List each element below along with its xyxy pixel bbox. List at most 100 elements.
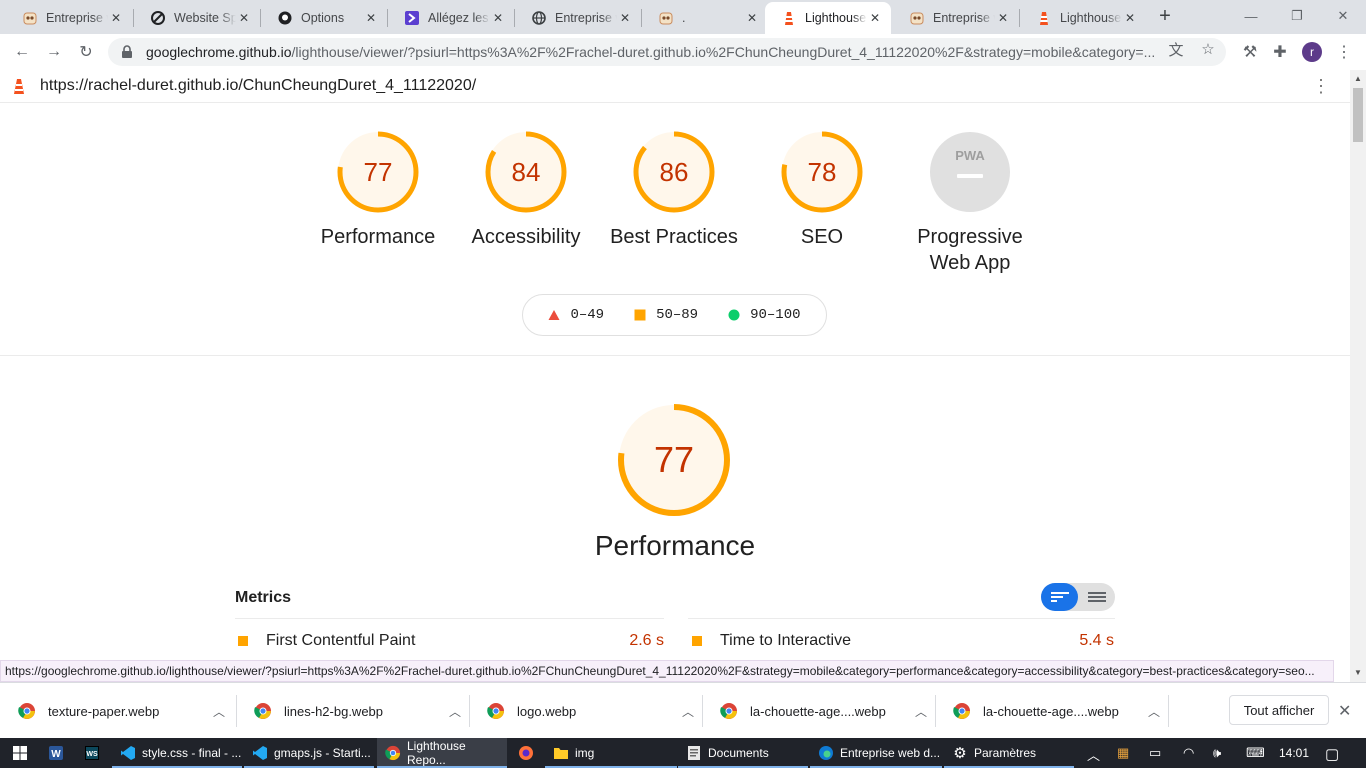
legend-fail: 0–49 xyxy=(548,307,604,323)
close-icon[interactable]: ✕ xyxy=(617,10,633,26)
expanded-view-icon[interactable] xyxy=(1078,583,1115,611)
metrics-view-toggle[interactable] xyxy=(1041,583,1115,611)
download-item[interactable]: texture-paper.webp ︿ xyxy=(0,683,234,739)
chevron-up-icon[interactable]: ︿ xyxy=(906,703,936,720)
back-arrow-icon[interactable]: ← xyxy=(8,38,36,66)
windows-taskbar: W WS style.css - final - ... gmaps.js - … xyxy=(0,738,1366,768)
gauge-accessibility[interactable]: 84 Accessibility xyxy=(461,130,591,250)
page-scrollbar[interactable]: ▲ ▼ xyxy=(1350,70,1366,682)
battery-icon[interactable]: ▭ xyxy=(1149,745,1161,761)
gauge-score: 86 xyxy=(660,157,689,187)
close-icon[interactable]: ✕ xyxy=(363,10,379,26)
close-icon[interactable]: ✕ xyxy=(867,10,883,26)
firefox-icon xyxy=(519,746,533,760)
close-icon[interactable]: ✕ xyxy=(995,10,1011,26)
close-icon[interactable]: ✕ xyxy=(744,10,760,26)
extensions-puzzle-icon[interactable]: ✚ xyxy=(1266,38,1294,66)
language-icon[interactable]: ⌨ xyxy=(1246,745,1265,761)
report-url[interactable]: https://rachel-duret.github.io/ChunCheun… xyxy=(40,77,476,95)
clock[interactable]: 14:01 xyxy=(1279,746,1309,760)
chrome-menu-icon[interactable]: ⋮ xyxy=(1330,38,1358,66)
scrollbar-thumb[interactable] xyxy=(1353,88,1363,142)
tab-entreprise-3[interactable]: Entreprise w ✕ xyxy=(893,2,1019,34)
tab-allegez[interactable]: Allégez les ✕ xyxy=(388,2,514,34)
tab-options[interactable]: Options ✕ xyxy=(261,2,387,34)
chevron-up-icon[interactable]: ︿ xyxy=(1139,703,1169,720)
url-host: googlechrome.github.io xyxy=(146,44,292,60)
gauge-label: Best Practices xyxy=(610,226,738,248)
translate-icon[interactable]: 文 xyxy=(1167,40,1185,59)
download-item[interactable]: la-chouette-age....webp ︿ xyxy=(702,683,936,739)
tab-entreprise-2[interactable]: Entreprise w ✕ xyxy=(515,2,641,34)
forward-arrow-icon[interactable]: → xyxy=(40,38,68,66)
taskbar-img-folder[interactable]: img xyxy=(545,738,677,768)
compact-view-icon[interactable] xyxy=(1041,583,1078,611)
volume-icon[interactable]: 🕪 xyxy=(1213,745,1221,761)
scroll-up-arrow-icon[interactable]: ▲ xyxy=(1354,74,1362,83)
chevron-up-icon[interactable]: ︿ xyxy=(673,703,703,720)
close-icon[interactable]: ✕ xyxy=(108,10,124,26)
notifications-icon[interactable]: ▢ xyxy=(1325,745,1339,763)
wifi-icon[interactable]: ◠ xyxy=(1183,745,1194,761)
metric-value: 5.4 s xyxy=(1079,632,1114,649)
show-all-downloads-button[interactable]: Tout afficher xyxy=(1229,695,1329,725)
download-item[interactable]: lines-h2-bg.webp ︿ xyxy=(236,683,470,739)
legend-average: 50–89 xyxy=(634,307,698,323)
address-bar[interactable]: googlechrome.github.io/lighthouse/viewer… xyxy=(108,38,1226,66)
taskbar-settings[interactable]: ⚙ Paramètres xyxy=(944,738,1074,768)
chevron-up-icon[interactable]: ︿ xyxy=(440,703,470,720)
gauge-score: 84 xyxy=(512,157,541,187)
scroll-down-arrow-icon[interactable]: ▼ xyxy=(1354,668,1362,677)
restore-icon[interactable]: ❐ xyxy=(1274,0,1320,32)
gauge-performance[interactable]: 77 Performance xyxy=(313,130,443,250)
download-separator xyxy=(1168,695,1169,727)
tab-website-sp[interactable]: Website Sp ✕ xyxy=(134,2,260,34)
folder-icon xyxy=(554,748,568,759)
taskbar-documents[interactable]: Documents xyxy=(678,738,808,768)
chevron-up-icon[interactable]: ︿ xyxy=(204,703,234,720)
gauge-pwa[interactable]: PWA Progressive Web App xyxy=(895,130,1045,276)
section-divider xyxy=(0,355,1350,356)
taskbar-label: img xyxy=(575,746,595,760)
tab-lighthouse-2[interactable]: Lighthouse ✕ xyxy=(1020,2,1146,34)
gauge-seo[interactable]: 78 SEO xyxy=(757,130,887,250)
d-logo-icon xyxy=(404,10,420,26)
window-close-icon[interactable]: ✕ xyxy=(1320,0,1366,32)
gauge-score: 77 xyxy=(654,439,694,480)
start-button[interactable] xyxy=(4,738,40,768)
tab-dot[interactable]: . ✕ xyxy=(642,2,768,34)
tab-title: Lighthouse xyxy=(1060,11,1122,25)
taskbar-word[interactable]: W xyxy=(40,738,76,768)
reload-icon[interactable]: ↻ xyxy=(72,38,100,66)
bookmark-star-icon[interactable]: ☆ xyxy=(1199,40,1217,58)
extension-tool-icon[interactable]: ⚒ xyxy=(1236,38,1264,66)
gauge-ring: 84 xyxy=(485,131,567,213)
pwa-label-line1: Progressive xyxy=(917,226,1023,248)
tab-entreprise-1[interactable]: Entreprise w ✕ xyxy=(6,2,132,34)
close-downloads-icon[interactable]: ✕ xyxy=(1338,701,1351,721)
download-item[interactable]: la-chouette-age....webp ︿ xyxy=(935,683,1169,739)
close-icon[interactable]: ✕ xyxy=(1122,10,1138,26)
tab-lighthouse-active[interactable]: Lighthouse ✕ xyxy=(765,2,891,34)
performance-large-gauge: 77 xyxy=(609,402,739,518)
close-icon[interactable]: ✕ xyxy=(490,10,506,26)
taskbar-vscode-gmaps[interactable]: gmaps.js - Starti... xyxy=(244,738,374,768)
taskbar-label: Documents xyxy=(708,746,769,760)
tray-app-icon[interactable]: ▦ xyxy=(1117,745,1129,761)
tab-title: Entreprise w xyxy=(555,11,617,25)
avatar[interactable]: r xyxy=(1302,42,1322,62)
taskbar-label: Paramètres xyxy=(974,746,1037,760)
taskbar-vscode-style[interactable]: style.css - final - ... xyxy=(112,738,242,768)
taskbar-chrome-lighthouse[interactable]: Lighthouse Repo... xyxy=(377,738,507,768)
gauge-best-practices[interactable]: 86 Best Practices xyxy=(599,130,749,250)
download-item[interactable]: logo.webp ︿ xyxy=(469,683,703,739)
close-icon[interactable]: ✕ xyxy=(236,10,252,26)
taskbar-webstorm[interactable]: WS xyxy=(76,738,112,768)
report-menu-icon[interactable]: ⋮ xyxy=(1312,76,1330,97)
taskbar-edge[interactable]: Entreprise web d... xyxy=(810,738,942,768)
taskbar-firefox[interactable] xyxy=(510,738,544,768)
new-tab-plus-icon[interactable]: + xyxy=(1155,5,1175,27)
minimize-icon[interactable]: — xyxy=(1228,0,1274,32)
tray-chevron-up-icon[interactable]: ︿ xyxy=(1087,745,1100,764)
svg-text:W: W xyxy=(51,749,61,760)
